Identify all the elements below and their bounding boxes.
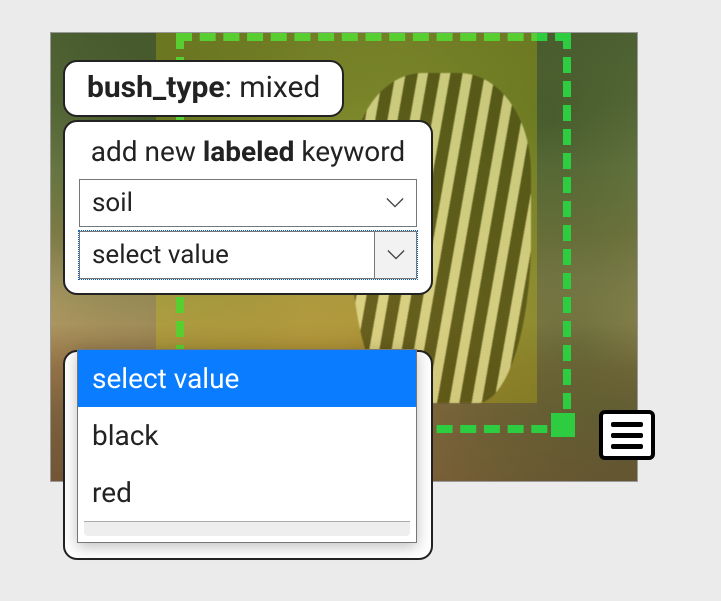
chevron-down-icon: [374, 180, 416, 226]
value-option-red[interactable]: red: [78, 464, 416, 521]
value-option-black[interactable]: black: [78, 407, 416, 464]
panel-title: add new labeled keyword: [79, 132, 417, 171]
value-option-placeholder[interactable]: select value: [78, 350, 416, 407]
menu-icon: [611, 422, 643, 427]
keyword-select[interactable]: soil: [79, 179, 417, 227]
tag-chip[interactable]: bush_type: mixed: [63, 60, 344, 117]
value-select-value: select value: [92, 240, 229, 270]
menu-button[interactable]: [599, 410, 655, 460]
tag-key: bush_type: [87, 70, 225, 105]
add-keyword-panel: add new labeled keyword soil select valu…: [63, 120, 433, 295]
chevron-down-icon: [374, 232, 416, 278]
value-select-dropdown: select value black red: [77, 349, 417, 543]
tag-value: mixed: [239, 70, 320, 105]
resize-handle-br[interactable]: [551, 413, 575, 437]
value-select[interactable]: select value: [79, 231, 417, 279]
keyword-select-value: soil: [92, 188, 133, 218]
